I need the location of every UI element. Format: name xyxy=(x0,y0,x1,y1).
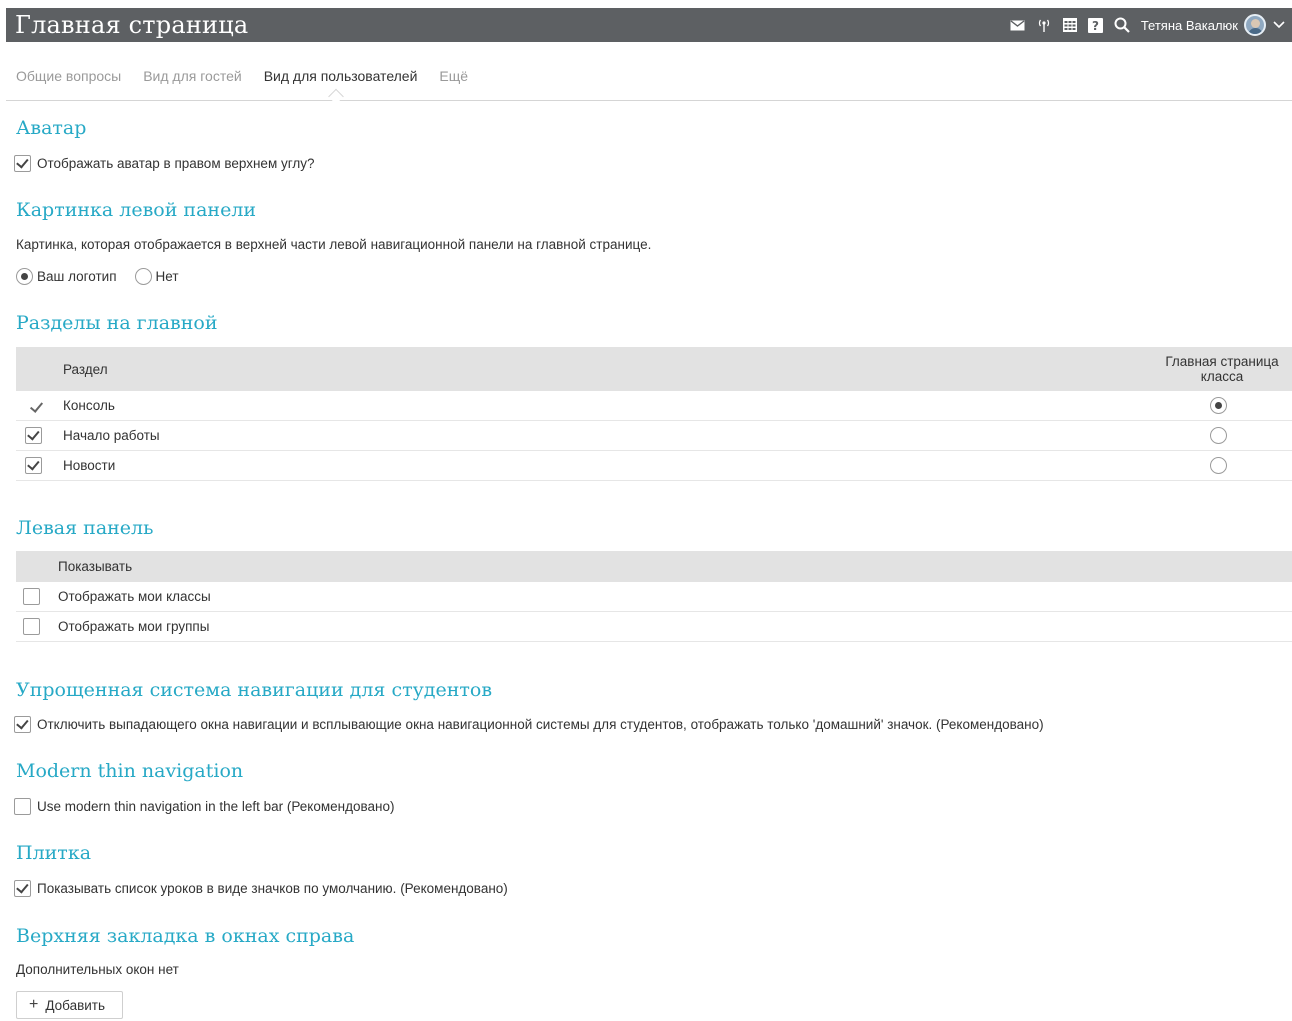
show-groups-label: Отображать мои группы xyxy=(58,619,210,634)
tab-user-view[interactable]: Вид для пользователей xyxy=(254,58,418,94)
plus-icon: + xyxy=(29,996,39,1013)
mail-icon[interactable] xyxy=(1005,8,1031,42)
tab-general[interactable]: Общие вопросы xyxy=(6,58,121,94)
left-bar-table-header: Показывать xyxy=(16,551,1292,582)
table-row: Отображать мои группы xyxy=(16,612,1292,642)
section-checkbox[interactable] xyxy=(25,457,42,474)
help-icon[interactable]: ? xyxy=(1083,8,1109,42)
avatar-checkbox[interactable] xyxy=(14,155,31,172)
col-section: Раздел xyxy=(63,362,108,377)
sections-table-header: Раздел Главная страница класса xyxy=(16,347,1292,391)
tab-bar: Общие вопросы Вид для гостей Вид для пол… xyxy=(6,58,1292,101)
top-bar-actions: ? Тетяна Вакалюк xyxy=(1005,8,1292,42)
avatar[interactable] xyxy=(1244,14,1266,36)
tab-guest-view[interactable]: Вид для гостей xyxy=(133,58,241,94)
show-groups-checkbox[interactable] xyxy=(23,618,40,635)
table-row: Новости xyxy=(16,451,1292,481)
left-bar-heading: Левая панель xyxy=(16,517,154,539)
section-label: Консоль xyxy=(63,398,115,413)
simple-nav-label: Отключить выпадающего окна навигации и в… xyxy=(37,717,1044,732)
no-extra-windows-text: Дополнительных окон нет xyxy=(16,962,179,977)
logo-radio-label: Ваш логотип xyxy=(37,269,117,284)
avatar-heading: Аватар xyxy=(16,117,87,139)
table-row: Начало работы xyxy=(16,421,1292,451)
svg-text:?: ? xyxy=(1092,19,1099,33)
show-classes-checkbox[interactable] xyxy=(23,588,40,605)
show-classes-label: Отображать мои классы xyxy=(58,589,211,604)
home-radio[interactable] xyxy=(1210,397,1227,414)
signal-icon[interactable] xyxy=(1031,8,1057,42)
page-title: Главная страница xyxy=(15,11,249,39)
col-home-line2: класса xyxy=(1200,369,1244,384)
left-bar-table: Показывать Отображать мои классы Отображ… xyxy=(16,551,1292,642)
simple-nav-heading: Упрощенная система навигации для студент… xyxy=(16,679,493,701)
add-button[interactable]: + Добавить xyxy=(16,991,123,1019)
check-icon xyxy=(28,397,45,414)
search-icon[interactable] xyxy=(1109,8,1135,42)
col-home: Главная страница класса xyxy=(1156,354,1288,384)
add-button-label: Добавить xyxy=(45,997,106,1013)
home-radio[interactable] xyxy=(1210,427,1227,444)
simple-nav-option: Отключить выпадающего окна навигации и в… xyxy=(14,716,1044,733)
top-bar: Главная страница ? Тетяна Вакалюк xyxy=(6,8,1292,42)
col-home-line1: Главная страница xyxy=(1165,354,1279,369)
tiles-checkbox[interactable] xyxy=(14,880,31,897)
simple-nav-checkbox[interactable] xyxy=(14,716,31,733)
avatar-option: Отображать аватар в правом верхнем углу? xyxy=(14,155,315,172)
logo-radio[interactable] xyxy=(16,268,33,285)
sections-table: Раздел Главная страница класса Консоль Н… xyxy=(16,347,1292,481)
none-radio-label: Нет xyxy=(155,269,179,284)
modern-nav-checkbox[interactable] xyxy=(14,798,31,815)
col-show: Показывать xyxy=(58,559,133,574)
home-radio[interactable] xyxy=(1210,457,1227,474)
modern-nav-heading: Modern thin navigation xyxy=(16,760,244,782)
left-panel-image-options: Ваш логотип Нет xyxy=(16,268,179,285)
modern-nav-option: Use modern thin navigation in the left b… xyxy=(14,798,395,815)
tiles-heading: Плитка xyxy=(16,842,92,864)
table-row: Отображать мои классы xyxy=(16,582,1292,612)
tab-more[interactable]: Ещё xyxy=(429,58,468,94)
modern-nav-label: Use modern thin navigation in the left b… xyxy=(37,799,395,814)
user-name[interactable]: Тетяна Вакалюк xyxy=(1141,18,1238,33)
tiles-option: Показывать список уроков в виде значков … xyxy=(14,880,508,897)
top-tab-heading: Верхняя закладка в окнах справа xyxy=(16,925,355,947)
avatar-option-label: Отображать аватар в правом верхнем углу? xyxy=(37,156,315,171)
table-row: Консоль xyxy=(16,391,1292,421)
left-panel-image-description: Картинка, которая отображается в верхней… xyxy=(16,237,652,252)
calendar-icon[interactable] xyxy=(1057,8,1083,42)
section-label: Начало работы xyxy=(63,428,160,443)
section-label: Новости xyxy=(63,458,116,473)
sections-heading: Разделы на главной xyxy=(16,312,218,334)
none-radio[interactable] xyxy=(134,268,152,285)
section-checkbox[interactable] xyxy=(25,427,42,444)
left-panel-image-heading: Картинка левой панели xyxy=(16,199,257,221)
chevron-down-icon[interactable] xyxy=(1266,8,1292,42)
tiles-label: Показывать список уроков в виде значков … xyxy=(37,881,508,896)
